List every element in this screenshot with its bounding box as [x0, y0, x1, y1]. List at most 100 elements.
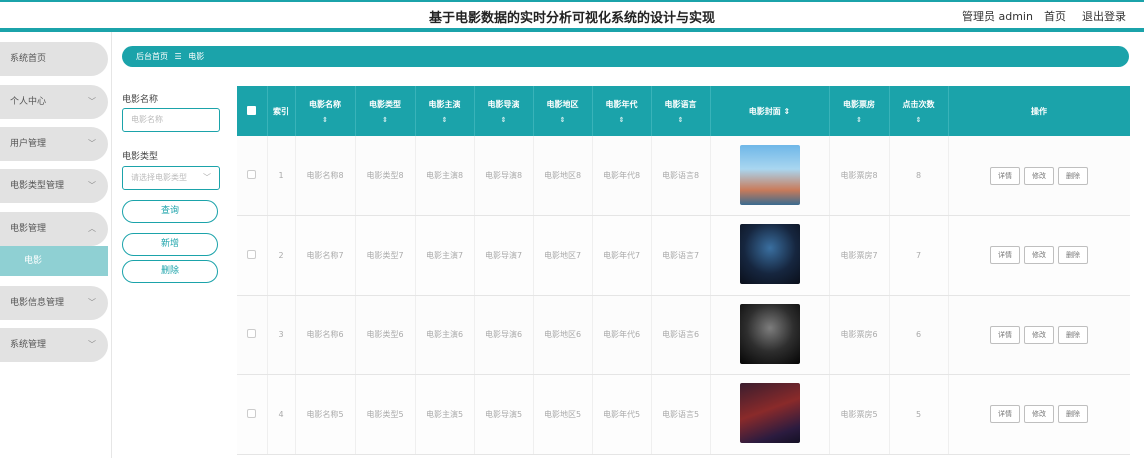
chevron-down-icon: ﹀ [203, 173, 211, 182]
movie-type-placeholder: 请选择电影类型 [131, 173, 187, 182]
breadcrumb-separator-icon: ☰ [174, 52, 182, 61]
cell-year: 电影年代7 [592, 215, 652, 296]
cell-actions: 详情 修改 删除 [948, 136, 1130, 216]
sidebar-item-movies[interactable]: 电影管理 ︿ [0, 212, 108, 246]
movie-table: 索引 电影名称 ⇕ 电影类型 ⇕ 电影主演 ⇕ 电影导演 ⇕ 电影地区 ⇕ 电影年代 ⇕ 电… [237, 86, 1130, 458]
row-checkbox[interactable] [247, 329, 257, 339]
sort-icon[interactable]: ⇕ [534, 116, 592, 124]
delete-button[interactable]: 删除 [1058, 405, 1088, 424]
sidebar-subitem-movie[interactable]: 电影 [0, 246, 108, 276]
chevron-down-icon: ﹀ [88, 181, 96, 190]
cell-language: 电影语言5 [651, 374, 711, 455]
cell-year: 电影年代8 [592, 136, 652, 216]
sort-icon[interactable]: ⇕ [475, 116, 533, 124]
logout-link[interactable]: 退出登录 [1082, 8, 1126, 24]
table-row: 2 电影名称7 电影类型7 电影主演7 电影导演7 电影地区7 电影年代7 电影… [237, 215, 1130, 296]
table-row: 1 电影名称8 电影类型8 电影主演8 电影导演8 电影地区8 电影年代8 电影… [237, 136, 1130, 216]
cell-year: 电影年代5 [592, 374, 652, 455]
cell-actor: 电影主演5 [415, 374, 475, 455]
column-header-actor[interactable]: 电影主演 ⇕ [415, 86, 475, 136]
add-button[interactable]: 新增 [122, 233, 218, 256]
cell-box-office: 电影票房7 [829, 215, 890, 296]
sidebar-item-movie-types[interactable]: 电影类型管理 ﹀ [0, 169, 108, 203]
batch-delete-button[interactable]: 删除 [122, 260, 218, 283]
sort-icon[interactable]: ⇕ [296, 116, 355, 124]
delete-button[interactable]: 删除 [1058, 325, 1088, 344]
edit-button[interactable]: 修改 [1024, 405, 1054, 424]
cell-director: 电影导演6 [474, 295, 534, 375]
chevron-up-icon: ︿ [88, 224, 96, 233]
column-header-clicks[interactable]: 点击次数 ⇕ [889, 86, 949, 136]
cell-language: 电影语言7 [651, 215, 711, 296]
column-header-name[interactable]: 电影名称 ⇕ [295, 86, 356, 136]
sidebar-item-profile[interactable]: 个人中心 ﹀ [0, 85, 108, 119]
chevron-down-icon: ﹀ [88, 97, 96, 106]
movie-type-select[interactable]: 请选择电影类型 ﹀ [122, 166, 220, 190]
detail-button[interactable]: 详情 [990, 405, 1020, 424]
detail-button[interactable]: 详情 [990, 246, 1020, 265]
row-checkbox[interactable] [247, 408, 257, 418]
edit-button[interactable]: 修改 [1024, 166, 1054, 185]
column-header-language[interactable]: 电影语言 ⇕ [651, 86, 711, 136]
query-button[interactable]: 查询 [122, 200, 218, 223]
column-header-region[interactable]: 电影地区 ⇕ [533, 86, 593, 136]
movie-name-placeholder: 电影名称 [131, 115, 163, 124]
cell-clicks: 7 [889, 215, 949, 296]
breadcrumb: 后台首页 ☰ 电影 [122, 46, 1129, 67]
sidebar-item-movie-info[interactable]: 电影信息管理 ﹀ [0, 286, 108, 320]
cell-type: 电影类型7 [355, 215, 416, 296]
column-header-cover[interactable]: 电影封面 ⇕ [710, 86, 830, 136]
cell-box-office: 电影票房8 [829, 136, 890, 216]
delete-button[interactable]: 删除 [1058, 166, 1088, 185]
sidebar-item-home[interactable]: 系统首页 [0, 42, 108, 76]
select-all-checkbox[interactable] [247, 105, 257, 115]
sidebar-item-users[interactable]: 用户管理 ﹀ [0, 127, 108, 161]
cell-type: 电影类型8 [355, 136, 416, 216]
movie-name-input[interactable]: 电影名称 [122, 108, 220, 132]
sort-icon[interactable]: ⇕ [416, 116, 474, 124]
cell-cover [710, 215, 830, 296]
column-header-actions: 操作 [948, 86, 1130, 136]
column-header-box-office[interactable]: 电影票房 ⇕ [829, 86, 890, 136]
chevron-down-icon: ﹀ [88, 298, 96, 307]
cell-director: 电影导演8 [474, 136, 534, 216]
sort-icon[interactable]: ⇕ [784, 107, 791, 116]
edit-button[interactable]: 修改 [1024, 246, 1054, 265]
cell-cover [710, 374, 830, 455]
column-header-director[interactable]: 电影导演 ⇕ [474, 86, 534, 136]
cell-actions: 详情 修改 删除 [948, 374, 1130, 455]
cell-name: 电影名称5 [295, 374, 356, 455]
sidebar-item-system[interactable]: 系统管理 ﹀ [0, 328, 108, 362]
cell-box-office: 电影票房5 [829, 374, 890, 455]
column-header-year[interactable]: 电影年代 ⇕ [592, 86, 652, 136]
cell-clicks: 5 [889, 374, 949, 455]
breadcrumb-home[interactable]: 后台首页 [136, 52, 168, 61]
sidebar-item-label: 电影管理 [10, 224, 47, 234]
column-header-type[interactable]: 电影类型 ⇕ [355, 86, 416, 136]
admin-username: 管理员 admin [962, 10, 1033, 23]
cell-year: 电影年代6 [592, 295, 652, 375]
table-row: 3 电影名称6 电影类型6 电影主演6 电影导演6 电影地区6 电影年代6 电影… [237, 295, 1130, 375]
sort-icon[interactable]: ⇕ [356, 116, 415, 124]
cell-name: 电影名称8 [295, 136, 356, 216]
cell-cover [710, 136, 830, 216]
detail-button[interactable]: 详情 [990, 166, 1020, 185]
row-checkbox[interactable] [247, 249, 257, 259]
cell-actor: 电影主演6 [415, 295, 475, 375]
cell-region: 电影地区7 [533, 215, 593, 296]
sort-icon[interactable]: ⇕ [890, 116, 948, 124]
edit-button[interactable]: 修改 [1024, 325, 1054, 344]
detail-button[interactable]: 详情 [990, 325, 1020, 344]
cell-director: 电影导演7 [474, 215, 534, 296]
back-to-home-link[interactable]: 首页 [1044, 8, 1066, 24]
movie-cover-image [739, 224, 800, 285]
table-header-row: 索引 电影名称 ⇕ 电影类型 ⇕ 电影主演 ⇕ 电影导演 ⇕ 电影地区 ⇕ 电影年代 ⇕ 电… [237, 86, 1130, 136]
sort-icon[interactable]: ⇕ [593, 116, 651, 124]
sidebar-subitem-label: 电影 [24, 256, 43, 266]
row-checkbox[interactable] [247, 170, 257, 179]
sort-icon[interactable]: ⇕ [830, 116, 889, 124]
sidebar: 系统首页 个人中心 ﹀ 用户管理 ﹀ 电影类型管理 ﹀ 电影管理 ︿ 电影 电影… [0, 32, 112, 458]
select-all-cell[interactable] [237, 86, 268, 136]
sort-icon[interactable]: ⇕ [652, 116, 710, 124]
delete-button[interactable]: 删除 [1058, 246, 1088, 265]
